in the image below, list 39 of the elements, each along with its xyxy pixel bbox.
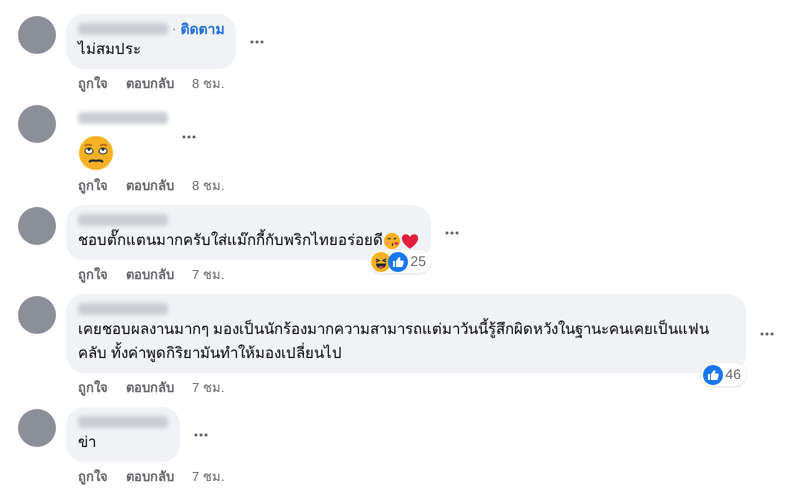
like-link[interactable]: ถูกใจ — [78, 176, 108, 196]
like-link[interactable]: ถูกใจ — [78, 265, 108, 285]
comment-text: เคยชอบผลงานมากๆ มองเป็นนักร้องมากความสามารถแต่มาวันนี้รู้สึกผิดหวังในฐานะคนเคยเป็นแฟนคลับ ทั้งค่าพูดกิริยามันทำให้มองเปลี่ยนไป — [78, 318, 734, 366]
like-link[interactable]: ถูกใจ — [78, 74, 108, 94]
more-options-icon[interactable] — [760, 332, 774, 336]
reply-link[interactable]: ตอบกลับ — [126, 378, 174, 398]
more-options-icon[interactable] — [250, 40, 264, 44]
avatar-placeholder[interactable] — [18, 296, 56, 334]
like-link[interactable]: ถูกใจ — [78, 467, 108, 487]
timestamp-link[interactable]: 8 ชม. — [192, 74, 224, 94]
reply-link[interactable]: ตอบกลับ — [126, 467, 174, 487]
reply-link[interactable]: ตอบกลับ — [126, 176, 174, 196]
more-options-icon[interactable] — [194, 432, 208, 436]
reaction-summary[interactable]: 25 — [369, 250, 431, 273]
avatar-placeholder[interactable] — [18, 409, 56, 447]
comment-text: ข่า — [78, 433, 96, 453]
reaction-count: 25 — [410, 252, 427, 271]
avatar-placeholder[interactable] — [18, 16, 56, 54]
like-reaction-icon — [703, 364, 724, 384]
reply-link[interactable]: ตอบกลับ — [126, 74, 174, 94]
timestamp-link[interactable]: 7 ชม. — [192, 265, 224, 285]
more-options-icon[interactable] — [445, 230, 459, 234]
avatar-placeholder[interactable] — [18, 207, 56, 245]
timestamp-link[interactable]: 8 ชม. — [192, 176, 224, 196]
reaction-count: 46 — [725, 365, 742, 384]
reaction-summary[interactable]: 46 — [701, 363, 746, 386]
follow-link[interactable]: ติดตาม — [180, 18, 224, 40]
timestamp-link[interactable]: 7 ชม. — [192, 467, 224, 487]
comment-text: ไม่สมประ — [78, 40, 141, 60]
comment-text: ชอบตั๊กแตนมากครับใส่แม๊กกี้กับพริกไทยอร่อยดี — [78, 229, 383, 253]
avatar-placeholder[interactable] — [18, 105, 56, 143]
more-options-icon[interactable] — [182, 135, 196, 139]
timestamp-link[interactable]: 7 ชม. — [192, 378, 224, 398]
like-link[interactable]: ถูกใจ — [78, 378, 108, 398]
separator-dot: · — [172, 20, 176, 38]
reply-link[interactable]: ตอบกลับ — [126, 265, 174, 285]
laughing-face-icon — [371, 252, 392, 272]
rolling-eyes-face-icon — [78, 135, 114, 171]
like-reaction-icon — [388, 252, 408, 272]
